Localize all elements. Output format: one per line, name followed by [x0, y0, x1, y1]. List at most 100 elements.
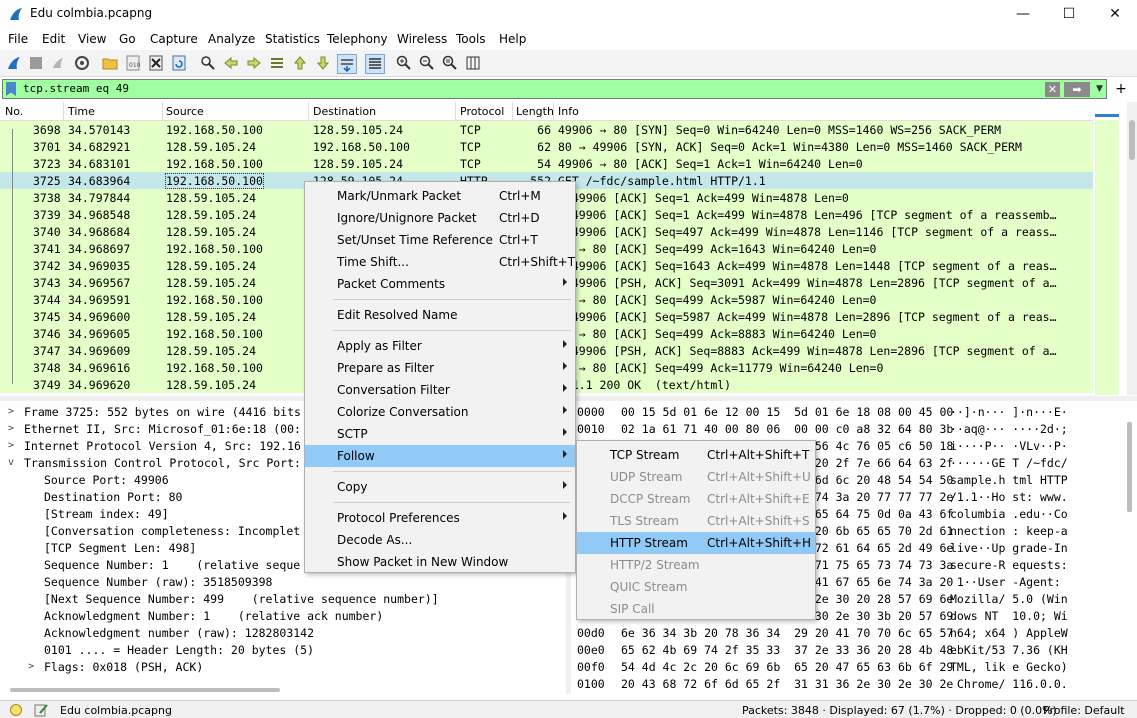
collapsed-chevron-icon[interactable]: >: [28, 661, 34, 672]
go-forward-icon[interactable]: [245, 54, 263, 72]
collapsed-chevron-icon[interactable]: >: [8, 406, 14, 417]
hex-ascii: /1.1··Ho st: www.: [950, 490, 1068, 504]
go-back-icon[interactable]: [222, 54, 240, 72]
apply-filter-icon[interactable]: ➡: [1064, 82, 1090, 97]
packet-time: 34.968697: [68, 242, 131, 256]
menu-statistics[interactable]: Statistics: [265, 32, 320, 46]
col-header-time[interactable]: Time: [68, 105, 95, 118]
menu-item-time-shift[interactable]: Time Shift... Ctrl+Shift+T: [305, 251, 575, 273]
resize-columns-icon[interactable]: [464, 54, 482, 72]
col-header-protocol[interactable]: Protocol: [460, 105, 504, 118]
menu-go[interactable]: Go: [119, 32, 136, 46]
col-header-no[interactable]: No.: [5, 105, 23, 118]
packet-source: 192.168.50.100: [166, 293, 263, 307]
col-header-destination[interactable]: Destination: [313, 105, 376, 118]
expanded-chevron-icon[interactable]: v: [8, 457, 14, 468]
col-header-source[interactable]: Source: [166, 105, 204, 118]
colorize-icon[interactable]: [365, 54, 385, 74]
menu-item-tcp-stream[interactable]: TCP Stream Ctrl+Alt+Shift+T: [577, 444, 815, 466]
tree-horizontal-scrollbar[interactable]: [10, 688, 280, 692]
stop-icon[interactable]: [27, 54, 45, 72]
restart-icon[interactable]: [49, 54, 67, 72]
packet-length: 54: [537, 157, 551, 171]
last-packet-icon[interactable]: [314, 54, 332, 72]
menu-item-decode-as[interactable]: Decode As...: [305, 529, 575, 551]
zoom-in-icon[interactable]: [395, 54, 413, 72]
menu-item-edit-resolved-name[interactable]: Edit Resolved Name: [305, 304, 575, 326]
col-header-info[interactable]: Info: [558, 105, 579, 118]
menu-edit[interactable]: Edit: [42, 32, 65, 46]
submenu-arrow-icon: [563, 278, 567, 286]
find-icon[interactable]: [199, 54, 217, 72]
close-button[interactable]: ✕: [1092, 0, 1137, 28]
maximize-button[interactable]: ☐: [1046, 0, 1092, 28]
submenu-arrow-icon: [563, 512, 567, 520]
autoscroll-icon[interactable]: [337, 54, 357, 74]
packet-list-minimap[interactable]: [1093, 102, 1123, 395]
menu-wireless[interactable]: Wireless: [397, 32, 447, 46]
col-header-length[interactable]: Length: [516, 105, 554, 118]
menu-item-http-stream[interactable]: HTTP Stream Ctrl+Alt+Shift+H: [577, 532, 815, 554]
display-filter-bar: tcp.stream eq 49 ✕ ➡ ▼ +: [2, 79, 1135, 99]
menu-item-colorize-conversation[interactable]: Colorize Conversation: [305, 401, 575, 423]
minimize-button[interactable]: —: [1000, 0, 1046, 28]
packet-info: P/1.1 200 OK (text/html): [558, 378, 732, 392]
menu-item-label: QUIC Stream: [610, 580, 688, 594]
menu-file[interactable]: File: [8, 32, 28, 46]
zoom-out-icon[interactable]: [418, 54, 436, 72]
hex-bytes: 00 15 5d 01 6e 12 00 15 5d 01 6e 18 08 0…: [621, 405, 954, 419]
packet-source: 128.59.105.24: [166, 378, 257, 392]
menu-item-ignore-unignore-packet[interactable]: Ignore/Unignore Packet Ctrl+D: [305, 207, 575, 229]
packet-list-scrollbar[interactable]: [1127, 102, 1137, 395]
packet-source: 192.168.50.100: [166, 123, 263, 137]
hex-ascii: TML, lik e Gecko): [950, 660, 1068, 674]
add-filter-button[interactable]: +: [1112, 79, 1130, 99]
packet-source: 192.168.50.100: [166, 242, 263, 256]
menu-analyze[interactable]: Analyze: [208, 32, 255, 46]
shark-fin-start-icon[interactable]: [5, 54, 23, 72]
capture-comment-icon[interactable]: [34, 703, 48, 717]
menu-item-label: Decode As...: [337, 533, 413, 547]
menu-item-copy[interactable]: Copy: [305, 476, 575, 498]
menu-item-label: Colorize Conversation: [337, 405, 469, 419]
menu-item-protocol-preferences[interactable]: Protocol Preferences: [305, 507, 575, 529]
menu-item-conversation-filter[interactable]: Conversation Filter: [305, 379, 575, 401]
display-filter-input[interactable]: tcp.stream eq 49 ✕ ➡ ▼: [2, 79, 1107, 99]
first-packet-icon[interactable]: [291, 54, 309, 72]
menu-tools[interactable]: Tools: [456, 32, 486, 46]
zoom-reset-icon[interactable]: [441, 54, 459, 72]
packet-row[interactable]: 3723 34.683101 192.168.50.100 128.59.105.24…: [0, 155, 1093, 172]
filter-text[interactable]: tcp.stream eq 49: [23, 82, 129, 95]
packet-source: 128.59.105.24: [166, 191, 257, 205]
status-packet-stats: Packets: 3848 · Displayed: 67 (1.7%) · D…: [742, 704, 1057, 717]
hex-scrollbar[interactable]: [1127, 422, 1132, 512]
open-folder-icon[interactable]: [101, 54, 119, 72]
menu-item-show-packet-in-new-window[interactable]: Show Packet in New Window: [305, 551, 575, 573]
packet-row[interactable]: 3698 34.570143 192.168.50.100 128.59.105.24…: [0, 121, 1093, 138]
status-profile[interactable]: Profile: Default: [1043, 704, 1125, 717]
menu-item-follow[interactable]: Follow: [305, 445, 575, 467]
packet-row[interactable]: 3701 34.682921 128.59.105.24 192.168.50.100…: [0, 138, 1093, 155]
menu-item-prepare-as-filter[interactable]: Prepare as Filter: [305, 357, 575, 379]
menu-capture[interactable]: Capture: [150, 32, 198, 46]
reload-icon[interactable]: [170, 54, 188, 72]
menu-telephony[interactable]: Telephony: [327, 32, 388, 46]
save-file-icon[interactable]: 010: [124, 54, 142, 72]
collapsed-chevron-icon[interactable]: >: [8, 440, 14, 451]
menu-item-packet-comments[interactable]: Packet Comments: [305, 273, 575, 295]
filter-history-chevron-icon[interactable]: ▼: [1093, 82, 1106, 97]
close-file-icon[interactable]: [147, 54, 165, 72]
menu-item-set-unset-time-reference[interactable]: Set/Unset Time Reference Ctrl+T: [305, 229, 575, 251]
collapsed-chevron-icon[interactable]: >: [8, 423, 14, 434]
menu-item-sctp[interactable]: SCTP: [305, 423, 575, 445]
expert-info-icon[interactable]: [10, 704, 22, 716]
menu-view[interactable]: View: [78, 32, 106, 46]
menu-item-apply-as-filter[interactable]: Apply as Filter: [305, 335, 575, 357]
menu-item-label: Copy: [337, 480, 368, 494]
menu-item-mark-unmark-packet[interactable]: Mark/Unmark Packet Ctrl+M: [305, 185, 575, 207]
options-gear-icon[interactable]: [73, 54, 91, 72]
go-to-packet-icon[interactable]: [268, 54, 286, 72]
bookmark-icon[interactable]: [6, 82, 16, 96]
clear-filter-icon[interactable]: ✕: [1045, 82, 1060, 97]
menu-help[interactable]: Help: [499, 32, 526, 46]
